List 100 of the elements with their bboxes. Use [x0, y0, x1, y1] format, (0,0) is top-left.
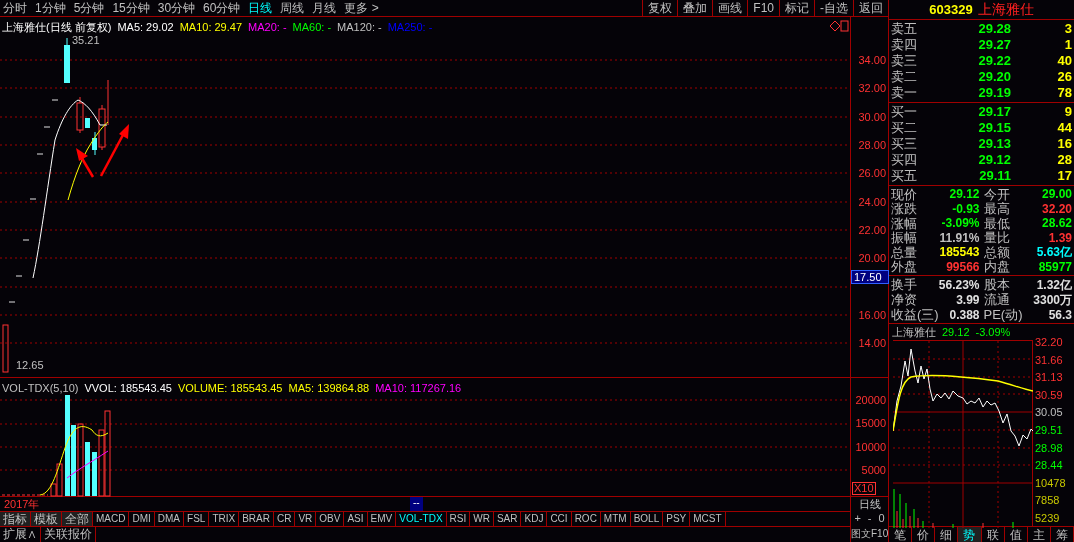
axis-label: 5239 [1035, 510, 1061, 526]
zoom-button[interactable]: 0 [877, 512, 886, 525]
period-tab[interactable]: 分时 [3, 0, 27, 16]
order-volume: 44 [1056, 119, 1072, 138]
axis-label: 26.00 [858, 167, 886, 180]
indicator-tab[interactable]: DMI [129, 512, 155, 526]
axis-label: 32.20 [1035, 335, 1064, 350]
indicator-tab[interactable]: ROC [571, 512, 601, 526]
axis-label: 5000 [861, 463, 886, 476]
stat-value: 3300万 [1032, 291, 1072, 309]
indicator-tab[interactable]: FSL [184, 512, 210, 526]
stat-label: 振幅 [891, 230, 917, 246]
toolbar-button[interactable]: 画线 [712, 0, 748, 16]
axis-label: 28.98 [1035, 440, 1064, 456]
stock-name: 上海雅仕 [977, 0, 1034, 19]
order-volume: 17 [1056, 167, 1072, 186]
indicator-tab[interactable]: PSY [663, 512, 691, 526]
stat-value: 0.388 [948, 306, 980, 324]
indicator-tab[interactable]: CCI [547, 512, 572, 526]
arrow [76, 148, 95, 178]
indicator-tab[interactable]: KDJ [521, 512, 548, 526]
toolbar-button[interactable]: 复权 [642, 0, 678, 16]
period-tab[interactable]: 60分钟 [203, 0, 241, 16]
panel-tab[interactable]: 联 [981, 527, 1005, 542]
indicator-tab[interactable]: RSI [446, 512, 471, 526]
period-tab[interactable]: 更多 > [344, 0, 379, 16]
f10-button[interactable]: 图文F10 [851, 526, 888, 541]
indicator-tab[interactable]: 模板 [31, 512, 62, 526]
axis-label: 20.00 [858, 252, 886, 265]
indicator-tab[interactable]: VR [295, 512, 317, 526]
indicator-tab[interactable]: BRAR [239, 512, 274, 526]
panel-tab[interactable]: 势 [958, 527, 982, 542]
axis-label: 30.05 [1035, 405, 1064, 421]
indicator-tab[interactable]: OBV [316, 512, 345, 526]
indicator-tab[interactable]: VOL-TDX [396, 512, 447, 526]
axis-label: 22.00 [858, 223, 886, 236]
axis-label: 14.00 [858, 337, 886, 349]
order-volume: 16 [1056, 135, 1072, 154]
toolbar-button[interactable]: F10 [747, 0, 779, 16]
stat-label: 总量 [891, 244, 917, 260]
order-label: 买一 [891, 103, 918, 122]
legend-text: VVOL: 185543.45 [84, 381, 172, 396]
stat-value: 56.3 [1047, 306, 1072, 324]
bottom-button[interactable]: 扩展∧ [0, 527, 41, 542]
indicator-tab[interactable]: TRIX [209, 512, 240, 526]
period-tab[interactable]: 15分钟 [112, 0, 150, 16]
order-price: 29.19 [977, 84, 1011, 103]
axis-label: 7858 [1035, 493, 1061, 509]
candlestick [15, 275, 23, 277]
indicator-tab[interactable]: MACD [93, 512, 130, 526]
indicator-tab[interactable]: MCST [690, 512, 726, 526]
toolbar-button[interactable]: 叠加 [677, 0, 713, 16]
order-volume: 1 [1063, 36, 1072, 55]
period-tab[interactable]: 1分钟 [35, 0, 66, 16]
axis-label: 29.51 [1035, 422, 1064, 438]
panel-tab[interactable]: 价 [912, 527, 936, 542]
indicator-tab[interactable]: EMV [367, 512, 397, 526]
indicator-tab[interactable]: MTM [600, 512, 631, 526]
indicator-tab[interactable]: ASI [344, 512, 368, 526]
axis-label: 31.66 [1035, 352, 1064, 368]
order-label: 卖一 [891, 84, 918, 103]
indicator-tab[interactable]: 指标 [0, 512, 31, 526]
indicator-tab[interactable]: CR [273, 512, 296, 526]
period-tab[interactable]: 30分钟 [157, 0, 196, 16]
period-tab[interactable]: 5分钟 [73, 0, 105, 16]
scale-label: X10 [852, 482, 876, 495]
panel-tab[interactable]: 值 [1004, 527, 1028, 542]
order-price: 29.11 [978, 167, 1011, 186]
toolbar-button[interactable]: 返回 [853, 0, 888, 16]
axis-label: 28.44 [1035, 458, 1064, 474]
indicator-tab[interactable]: SAR [493, 512, 522, 526]
zoom-button[interactable]: + [853, 512, 862, 525]
low-price-label: 12.65 [16, 358, 44, 373]
candlestick [43, 126, 51, 128]
indicator-tab[interactable]: DMA [154, 512, 185, 526]
legend-text: VOLUME: 185543.45 [177, 381, 283, 396]
order-volume: 40 [1056, 52, 1072, 71]
period-tab[interactable]: 周线 [280, 0, 305, 16]
panel-tab[interactable]: 筹 [1050, 527, 1074, 542]
indicator-tab[interactable]: WR [470, 512, 494, 526]
indicator-tab[interactable]: BOLL [630, 512, 664, 526]
order-volume: 26 [1056, 68, 1072, 87]
order-label: 买五 [891, 167, 918, 186]
order-label: 卖二 [891, 68, 918, 86]
stat-label: 外盘 [891, 259, 917, 276]
order-price: 29.17 [977, 103, 1011, 122]
axis-label: 30.59 [1035, 387, 1064, 403]
period-tab[interactable]: 日线 [248, 0, 273, 16]
toolbar-button[interactable]: 标记 [779, 0, 814, 16]
period-tab[interactable]: 月线 [312, 0, 337, 16]
panel-tab[interactable]: 主 [1027, 527, 1051, 542]
diamond-icon [829, 20, 841, 32]
panel-tab[interactable]: 笔 [889, 527, 913, 542]
legend-text: MA10: 117267.16 [375, 381, 462, 396]
toolbar-button[interactable]: -自选 [814, 0, 853, 16]
candlestick [51, 99, 59, 101]
order-volume: 9 [1063, 103, 1072, 122]
bottom-button[interactable]: 关联报价 [41, 527, 96, 542]
indicator-tab[interactable]: 全部 [62, 512, 93, 526]
zoom-button[interactable]: - [866, 512, 873, 525]
